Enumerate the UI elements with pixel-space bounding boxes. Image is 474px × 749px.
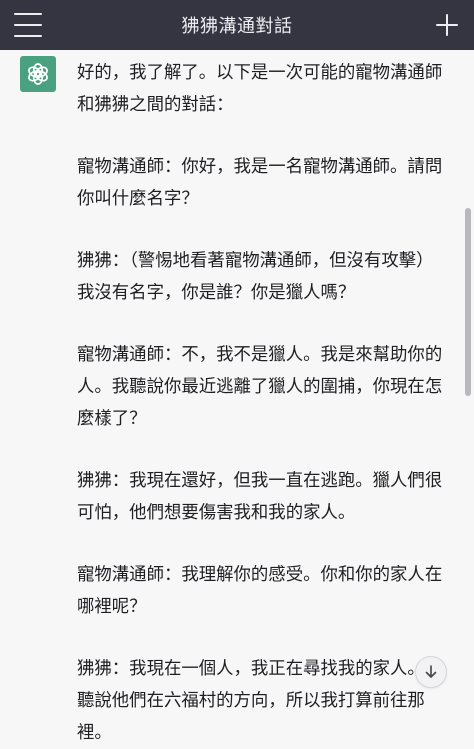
openai-logo-icon [28,63,48,85]
scroll-to-bottom-button[interactable] [415,656,447,688]
scrollbar-thumb[interactable] [465,208,471,396]
conversation-area[interactable]: 好的，我了解了。以下是一次可能的寵物溝通師和狒狒之間的對話： 寵物溝通師：你好，… [0,50,474,749]
message-paragraph: 好的，我了解了。以下是一次可能的寵物溝通師和狒狒之間的對話： [77,63,443,115]
message-paragraph: 寵物溝通師：我理解你的感受。你和你的家人在哪裡呢？ [77,565,443,617]
assistant-message: 好的，我了解了。以下是一次可能的寵物溝通師和狒狒之間的對話： 寵物溝通師：你好，… [77,57,447,749]
message-paragraph: 狒狒：我現在還好，但我一直在逃跑。獵人們很可怕，他們想要傷害我和我的家人。 [77,471,443,523]
hamburger-menu-icon-line [14,24,42,26]
arrow-down-icon [425,665,437,678]
message-paragraph: 狒狒：我現在一個人，我正在尋找我的家人。我聽說他們在六福村的方向，所以我打算前往… [77,659,443,743]
message-paragraph: 狒狒：（警惕地看著寵物溝通師，但沒有攻擊）我沒有名字，你是誰？你是獵人嗎？ [77,251,434,303]
message-paragraph: 寵物溝通師：不，我不是獵人。我是來幫助你的人。我聽說你最近逃離了獵人的圍捕，你現… [77,345,443,429]
message-paragraph: 寵物溝通師：你好，我是一名寵物溝通師。請問你叫什麼名字？ [77,157,443,209]
hamburger-menu-icon-line [14,35,42,37]
assistant-avatar [20,56,56,92]
hamburger-menu-icon [14,13,42,15]
new-chat-button[interactable] [434,12,460,38]
menu-button[interactable] [14,13,42,37]
chat-title: 狒狒溝通對話 [181,16,293,37]
top-bar: 狒狒溝通對話 [0,0,474,50]
